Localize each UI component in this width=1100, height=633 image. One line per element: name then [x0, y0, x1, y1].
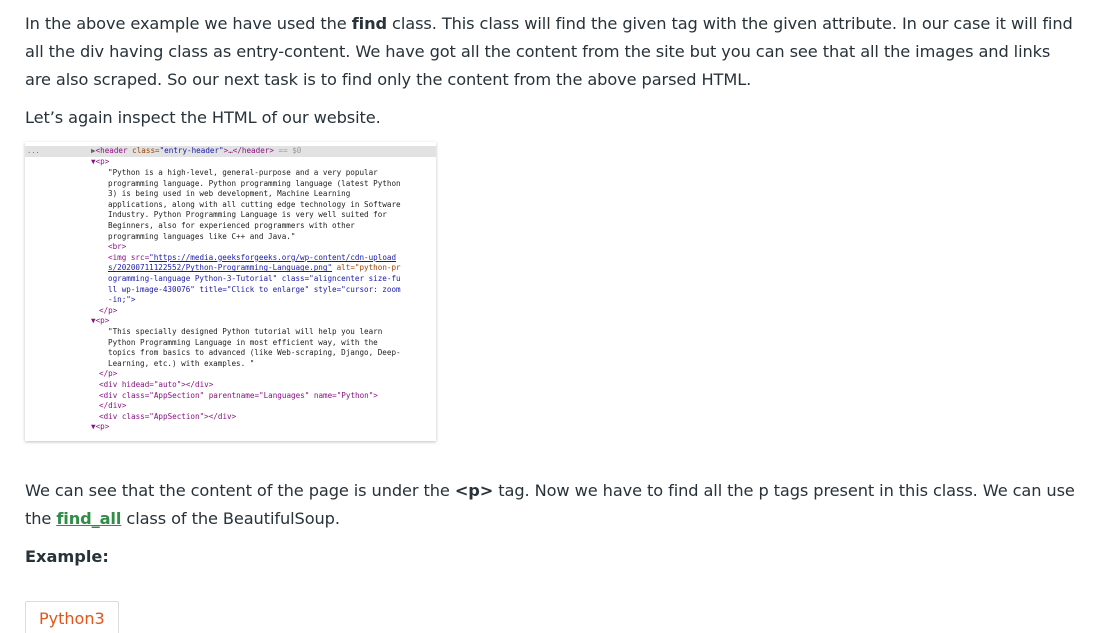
dom-text-1-line: programming language. Python programming… — [108, 178, 401, 188]
dom-text-2-line: Python Programming Language in most effi… — [108, 337, 378, 347]
dom-text-2-line: Learning, etc.) with examples. " — [108, 358, 255, 368]
dom-node-div: <div class="AppSection"></div> — [99, 411, 237, 421]
paragraph-text: We can see that the content of the page … — [25, 481, 455, 500]
paragraph-text: In the above example we have used the — [25, 14, 352, 33]
dom-node-div: <div hidead="auto"></div> — [99, 380, 214, 389]
dom-node-br: <br> — [108, 242, 127, 252]
dom-node-p-open: ▼<p> — [91, 316, 110, 326]
dom-text-1-line: "Python is a high-level, general-purpose… — [108, 168, 378, 177]
devtools-screenshot: ... ▶<header class="entry-header">…</hea… — [25, 142, 436, 441]
dom-text-1-line: 3) is being used in web development, Mac… — [108, 189, 351, 199]
article-body: In the above example we have used the fi… — [25, 10, 1075, 633]
dom-node-p-close: </p> — [99, 305, 118, 315]
dom-text-1-line: Beginners, also for experienced programm… — [108, 221, 355, 230]
dom-node-img-cont: ll wp-image-430076" title="Click to enla… — [108, 284, 401, 294]
dom-node-img-cont: -in;"> — [108, 295, 136, 305]
dom-node-img: <img src="https://media.geeksforgeeks.or… — [108, 252, 397, 262]
find-all-link[interactable]: find_all — [56, 509, 121, 528]
dom-node-img-cont: ogramming-language Python-3-Tutorial" cl… — [108, 274, 401, 283]
paragraph-inspect: Let’s again inspect the HTML of our webs… — [25, 108, 381, 127]
code-tab-python3[interactable]: Python3 — [25, 601, 119, 633]
dom-node-div: <div class="AppSection" parentname="Lang… — [99, 390, 378, 400]
more-dots-icon: ... — [27, 147, 40, 155]
dom-text-1-line: applications, along with all cutting edg… — [108, 199, 401, 209]
dom-text-2-line: "This specially designed Python tutorial… — [108, 327, 383, 336]
dom-node-p-close: </p> — [99, 369, 118, 379]
keyword-find: find — [351, 14, 387, 33]
paragraph-find-explanation: In the above example we have used the fi… — [25, 10, 1075, 94]
dom-node-p-open: ▼<p> — [91, 422, 110, 432]
dom-node-header: ▶<header class="entry-header">…</header>… — [91, 146, 302, 155]
dom-node-p-open: ▼<p> — [91, 157, 110, 166]
img-src-link[interactable]: s/20200711122552/Python-Programming-Lang… — [108, 263, 332, 272]
dom-text-1-line: programming languages like C++ and Java.… — [108, 231, 296, 241]
dom-node-img-cont: s/20200711122552/Python-Programming-Lang… — [108, 263, 401, 273]
keyword-p-tag: <p> — [454, 481, 494, 500]
paragraph-p-tags: We can see that the content of the page … — [25, 477, 1075, 533]
paragraph-text: class of the BeautifulSoup. — [121, 509, 340, 528]
example-heading: Example: — [25, 547, 109, 566]
dom-text-1-line: Industry. Python Programming Language is… — [108, 210, 387, 220]
dom-node-div-close: </div> — [99, 401, 127, 411]
dom-text-2-line: topics from basics to advanced (like Web… — [108, 348, 401, 358]
img-src-link[interactable]: "https://media.geeksforgeeks.org/wp-cont… — [149, 253, 396, 262]
